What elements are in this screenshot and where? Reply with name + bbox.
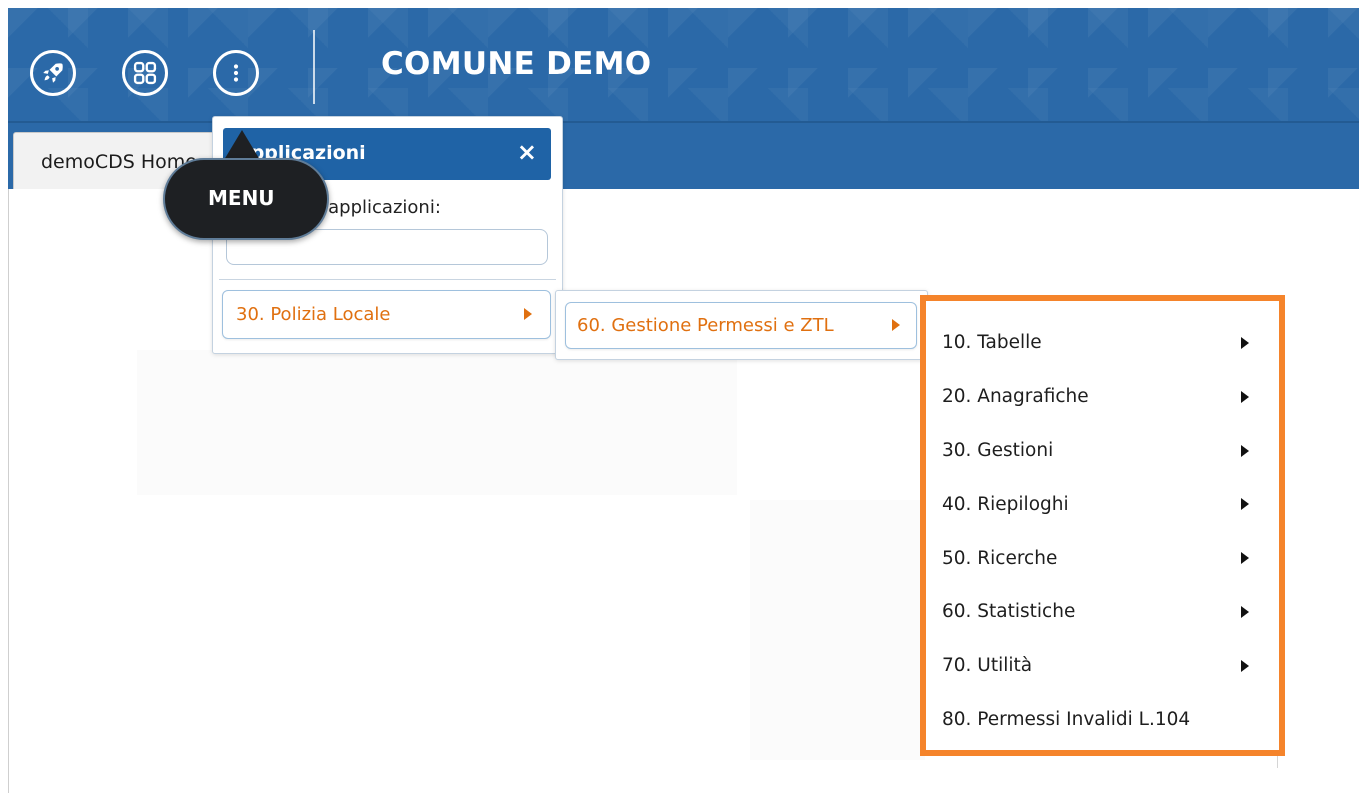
caret-right-icon: [1241, 444, 1249, 457]
caret-right-icon: [524, 308, 532, 320]
menu-item-label: 60. Gestione Permessi e ZTL: [577, 315, 834, 336]
header-divider: [313, 30, 315, 104]
caret-right-icon: [892, 319, 900, 331]
close-icon[interactable]: ×: [517, 140, 537, 164]
menu-item-label: 80. Permessi Invalidi L.104: [942, 708, 1191, 730]
caret-right-icon: [1241, 498, 1249, 511]
menu-item-riepiloghi[interactable]: 40. Riepiloghi: [942, 478, 1269, 532]
tooltip-label: MENU: [208, 186, 275, 210]
caret-right-icon: [1241, 552, 1249, 565]
menu-item-statistiche[interactable]: 60. Statistiche: [942, 586, 1269, 640]
menu-item-ricerche[interactable]: 50. Ricerche: [942, 532, 1269, 586]
more-options-button[interactable]: [213, 50, 259, 96]
background-shade: [137, 350, 737, 495]
menu-item-label: 40. Riepiloghi: [942, 493, 1069, 515]
menu-item-label: 10. Tabelle: [942, 332, 1042, 354]
menu-item-label: 30. Gestioni: [942, 439, 1054, 461]
menu-item-gestione-permessi[interactable]: 60. Gestione Permessi e ZTL: [565, 302, 917, 349]
background-shade: [750, 500, 925, 760]
tooltip-pointer: [224, 130, 260, 160]
top-header: COMUNE DEMO: [8, 8, 1359, 121]
menu-item-label: 20. Anagrafiche: [942, 386, 1089, 408]
menu-item-label: 50. Ricerche: [942, 547, 1058, 569]
apps-grid-icon: [133, 61, 157, 85]
menu-item-anagrafiche[interactable]: 20. Anagrafiche: [942, 371, 1269, 425]
divider: [1277, 756, 1278, 768]
caret-right-icon: [1241, 337, 1249, 349]
menu-item-label: 30. Polizia Locale: [236, 304, 391, 325]
menu-item-gestioni[interactable]: 30. Gestioni: [942, 425, 1269, 479]
menu-item-permessi-invalidi[interactable]: 80. Permessi Invalidi L.104: [942, 694, 1269, 748]
app-title: COMUNE DEMO: [381, 46, 652, 82]
menu-item-label: 70. Utilità: [942, 655, 1033, 677]
apps-grid-button[interactable]: [122, 50, 168, 96]
caret-right-icon: [1241, 390, 1249, 403]
rocket-icon: [43, 63, 63, 83]
caret-right-icon: [1241, 659, 1249, 672]
menu-item-utilita[interactable]: 70. Utilità: [942, 640, 1269, 694]
menu-tooltip: MENU: [163, 158, 329, 240]
permessi-submenu: 10. Tabelle 20. Anagrafiche 30. Gestioni…: [920, 295, 1285, 756]
more-vertical-icon: [233, 64, 239, 82]
menu-item-tabelle[interactable]: 10. Tabelle: [942, 317, 1269, 371]
menu-item-polizia-locale[interactable]: 30. Polizia Locale: [222, 290, 551, 339]
header-background-pattern: [8, 8, 1359, 121]
divider: [219, 279, 556, 280]
rocket-button[interactable]: [30, 50, 76, 96]
menu-item-label: 60. Statistiche: [942, 601, 1076, 623]
caret-right-icon: [1241, 605, 1249, 618]
submenu-panel: 60. Gestione Permessi e ZTL: [555, 290, 928, 360]
